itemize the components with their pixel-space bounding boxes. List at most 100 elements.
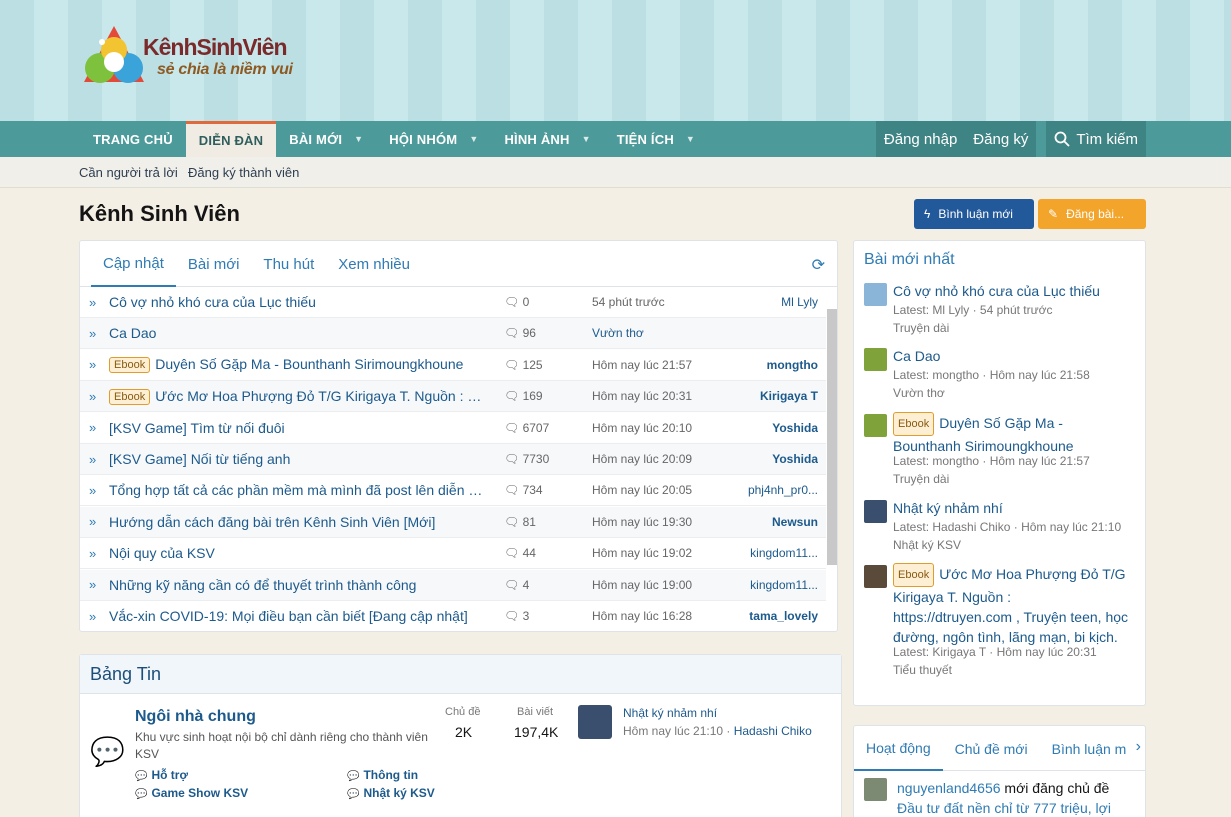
caret-down-icon[interactable]: ▼	[354, 134, 363, 144]
nav-tab-images[interactable]: HÌNH ẢNH ▼	[491, 121, 603, 157]
table-row[interactable]: » Những kỹ năng cần có để thuyết trình th…	[80, 569, 826, 601]
thread-tabs: Cập nhật Bài mới Thu hút Xem nhiều ⟳	[80, 241, 837, 287]
subforum-game-show[interactable]: Game Show KSV	[135, 786, 248, 800]
tab-most-viewed[interactable]: Xem nhiều	[326, 241, 422, 287]
latest-post-forum[interactable]: Truyện dài	[893, 320, 949, 337]
nav-tab-utilities[interactable]: TIỆN ÍCH ▼	[604, 121, 708, 157]
latest-posts-panel: Bài mới nhất Cô vợ nhỏ khó cưa của Lục t…	[853, 240, 1146, 706]
thread-user[interactable]: Ml Lyly	[728, 295, 818, 309]
news-board-title: Bảng Tin	[80, 655, 841, 694]
thread-user[interactable]: kingdom11...	[728, 546, 818, 560]
latest-post-forum[interactable]: Tiểu thuyết	[893, 662, 952, 679]
last-thread-user[interactable]: Hadashi Chiko	[734, 724, 812, 738]
latest-post-meta: Latest: Kirigaya T · Hôm nay lúc 20:31	[893, 645, 1097, 659]
table-row[interactable]: » Ebook Duyên Số Gặp Ma - Bounthanh Sirimo…	[80, 350, 826, 381]
thread-user[interactable]: tama_lovely	[728, 609, 818, 623]
tab-new-threads[interactable]: Chủ đề mới	[943, 726, 1040, 771]
table-row[interactable]: » Tổng hợp tất cả các phần mềm mà mình đã…	[80, 475, 826, 507]
chevron-right-icon[interactable]: ›	[1136, 738, 1141, 756]
activity-thread[interactable]: Đầu tư đất nền chỉ từ 777 triệu, lợi	[897, 800, 1111, 816]
search-button[interactable]: Tìm kiếm	[1046, 121, 1146, 157]
table-row[interactable]: » Ebook Ước Mơ Hoa Phượng Đỏ T/G Kirigaya …	[80, 381, 826, 413]
latest-post-title[interactable]: Ebook Duyên Số Gặp Ma - Bounthanh Sirimou…	[893, 412, 1133, 456]
thread-title[interactable]: [KSV Game] Nối từ tiếng anh	[109, 451, 489, 467]
comments-icon: 🗨	[504, 609, 520, 623]
nav-tab-groups[interactable]: HỘI NHÓM ▼	[376, 121, 491, 157]
nav-tab-label: HÌNH ẢNH	[504, 131, 570, 147]
thread-title[interactable]: Ca Dao	[109, 325, 489, 341]
thread-user[interactable]: mongtho	[728, 358, 818, 372]
avatar[interactable]	[864, 565, 887, 588]
new-post-button[interactable]: ✎ Đăng bài...	[1038, 199, 1146, 229]
thread-title[interactable]: Cô vợ nhỏ khó cưa của Lục thiếu	[109, 294, 489, 310]
latest-post-meta: Latest: mongtho · Hôm nay lúc 21:57	[893, 454, 1090, 468]
subnav-unanswered-link[interactable]: Cần người trả lời	[79, 165, 178, 180]
nav-tab-forums[interactable]: DIỄN ĐÀN	[185, 121, 277, 157]
thread-user[interactable]: Newsun	[728, 515, 818, 529]
latest-post-forum[interactable]: Truyện dài	[893, 471, 949, 488]
tab-new-posts[interactable]: Bài mới	[176, 241, 252, 287]
thread-user[interactable]: phj4nh_pr0...	[728, 483, 818, 497]
thread-user[interactable]: kingdom11...	[728, 578, 818, 592]
latest-post-title[interactable]: Cô vợ nhỏ khó cưa của Lục thiếu	[893, 281, 1133, 301]
thread-list-scrollbar[interactable]	[827, 309, 837, 565]
last-thread-title[interactable]: Nhật ký nhảm nhí	[623, 706, 717, 720]
avatar[interactable]	[578, 705, 612, 739]
reply-count: 🗨 0	[504, 295, 529, 309]
thread-title[interactable]: [KSV Game] Tìm từ nối đuôi	[109, 420, 489, 436]
tab-new-comments[interactable]: Bình luận m	[1040, 726, 1139, 771]
subforum-info[interactable]: Thông tin	[347, 768, 418, 782]
subforum-diary[interactable]: Nhật ký KSV	[347, 786, 434, 800]
tab-trending[interactable]: Thu hút	[251, 241, 326, 287]
subforum-support[interactable]: Hỗ trợ	[135, 768, 188, 782]
thread-title[interactable]: Nội quy của KSV	[109, 545, 489, 561]
caret-down-icon[interactable]: ▼	[469, 134, 478, 144]
nav-tab-label: TRANG CHỦ	[93, 131, 173, 147]
caret-down-icon[interactable]: ▼	[582, 134, 591, 144]
topics-count: 2K	[455, 724, 473, 740]
main-nav: TRANG CHỦ DIỄN ĐÀN BÀI MỚI ▼ HỘI NHÓM ▼ HÌ…	[0, 121, 1231, 157]
thread-title[interactable]: Những kỹ năng cần có để thuyết trình thà…	[109, 577, 489, 593]
table-row[interactable]: » [KSV Game] Nối từ tiếng anh 🗨 7730 Hôm na…	[80, 444, 826, 475]
latest-post-title[interactable]: Ebook Ước Mơ Hoa Phượng Đỏ T/G Kirigaya T…	[893, 563, 1133, 647]
table-row[interactable]: » Nội quy của KSV 🗨 44 Hôm nay lúc 19:02 kin…	[80, 538, 826, 570]
table-row[interactable]: » Ca Dao 🗨 96 Vườn thơ	[80, 318, 826, 350]
thread-title[interactable]: Hướng dẫn cách đăng bài trên Kênh Sinh V…	[109, 514, 489, 530]
latest-post-forum[interactable]: Nhật ký KSV	[893, 537, 961, 554]
thread-title[interactable]: Tổng hợp tất cả các phần mềm mà mình đã …	[109, 482, 489, 498]
thread-title[interactable]: Vắc-xin COVID-19: Mọi điều bạn cần biết …	[109, 608, 489, 624]
avatar[interactable]	[864, 348, 887, 371]
subnav-register-link[interactable]: Đăng ký thành viên	[188, 165, 299, 180]
site-logo[interactable]: KênhSinhViên sẻ chia là niềm vui	[80, 20, 295, 90]
avatar[interactable]	[864, 500, 887, 523]
avatar[interactable]	[864, 414, 887, 437]
thread-user[interactable]: Kirigaya T	[728, 389, 818, 403]
reply-count: 🗨 4	[504, 578, 529, 592]
latest-post-title[interactable]: Ca Dao	[893, 346, 1133, 366]
avatar[interactable]	[864, 283, 887, 306]
activity-user[interactable]: nguyenland4656	[897, 780, 1001, 796]
activity-action: mới đăng chủ đề	[1000, 780, 1110, 796]
new-comments-button[interactable]: ϟ Bình luận mới	[914, 199, 1034, 229]
table-row[interactable]: » Vắc-xin COVID-19: Mọi điều bạn cần biết…	[80, 601, 826, 631]
forum-title[interactable]: Ngôi nhà chung	[135, 708, 256, 726]
latest-post-title[interactable]: Nhật ký nhảm nhí	[893, 498, 1133, 518]
thread-user[interactable]: Yoshida	[728, 452, 818, 466]
avatar[interactable]	[864, 778, 887, 801]
refresh-icon[interactable]: ⟳	[812, 255, 825, 275]
thread-title[interactable]: Ebook Duyên Số Gặp Ma - Bounthanh Sirimou…	[109, 356, 489, 374]
table-row[interactable]: » Cô vợ nhỏ khó cưa của Lục thiếu 🗨 0 54 ph…	[80, 287, 826, 318]
login-button[interactable]: Đăng nhập	[875, 121, 966, 157]
table-row[interactable]: » Hướng dẫn cách đăng bài trên Kênh Sinh …	[80, 506, 826, 538]
caret-down-icon[interactable]: ▼	[686, 134, 695, 144]
latest-post-forum[interactable]: Vườn thơ	[893, 385, 945, 402]
register-button[interactable]: Đăng ký	[965, 121, 1037, 157]
nav-tab-home[interactable]: TRANG CHỦ	[80, 121, 186, 157]
nav-tab-new-posts[interactable]: BÀI MỚI ▼	[276, 121, 376, 157]
thread-title[interactable]: Ebook Ước Mơ Hoa Phượng Đỏ T/G Kirigaya T…	[109, 388, 489, 405]
thread-user[interactable]: Yoshida	[728, 421, 818, 435]
tab-activity[interactable]: Hoạt động	[854, 726, 943, 771]
table-row[interactable]: » [KSV Game] Tìm từ nối đuôi 🗨 6707 Hôm nay…	[80, 413, 826, 444]
tab-updates[interactable]: Cập nhật	[91, 241, 176, 287]
search-label: Tìm kiếm	[1076, 130, 1138, 148]
